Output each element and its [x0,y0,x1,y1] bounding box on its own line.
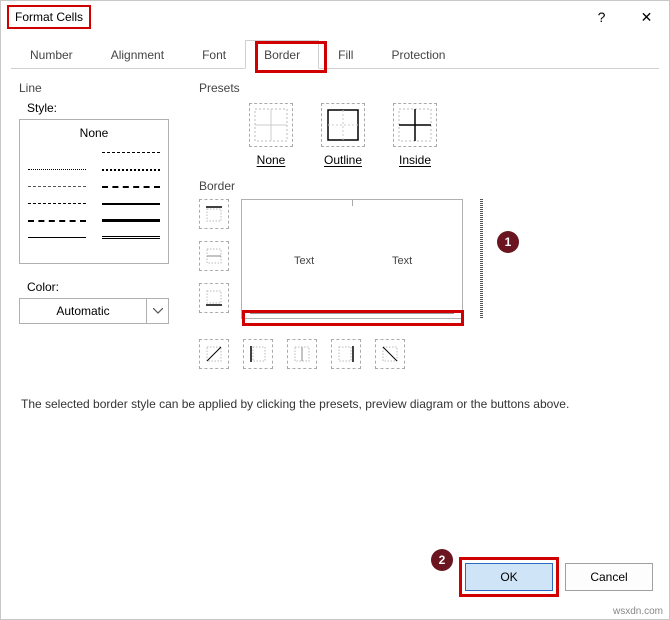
border-middle-v-button[interactable] [287,339,317,369]
titlebar: Format Cells ? ✕ [1,1,669,33]
presets-group-label: Presets [199,81,651,95]
tab-font[interactable]: Font [183,40,245,69]
line-style-item[interactable] [94,195,168,212]
line-style-item[interactable] [20,195,94,212]
border-diag-down-button[interactable] [375,339,405,369]
line-style-none[interactable]: None [20,120,168,144]
cancel-button[interactable]: Cancel [565,563,653,591]
line-style-item[interactable] [94,178,168,195]
dialog-footer: 2 OK Cancel [431,549,653,605]
color-label: Color: [27,280,179,294]
border-top-button[interactable] [199,199,229,229]
border-group-label: Border [199,179,651,193]
annotation-badge-2: 2 [431,549,453,571]
help-text: The selected border style can be applied… [1,379,669,411]
preset-outline[interactable]: Outline [321,103,365,167]
preset-none-label: None [257,153,286,167]
line-group-label: Line [19,81,179,95]
line-style-item[interactable] [20,161,94,178]
line-style-list[interactable]: None [19,119,169,264]
line-group: Line Style: None [19,81,179,369]
tab-fill[interactable]: Fill [319,40,372,69]
line-style-item[interactable] [20,229,94,246]
presets-row: None Outline Inside [249,103,651,167]
tab-alignment[interactable]: Alignment [92,40,183,69]
border-bottom-row-buttons [199,339,463,369]
chevron-down-icon[interactable] [147,298,169,324]
color-select[interactable]: Automatic [19,298,147,324]
border-middle-h-button[interactable] [199,241,229,271]
line-style-item[interactable] [20,178,94,195]
tab-number[interactable]: Number [11,40,92,69]
color-picker[interactable]: Automatic [19,298,169,324]
border-preview[interactable]: Text Text [241,199,463,319]
annotation-badge-1: 1 [497,231,519,253]
color-value: Automatic [56,304,109,318]
style-label: Style: [27,101,179,115]
border-right-button[interactable] [331,339,361,369]
preview-text-1: Text [294,255,314,267]
window-title: Format Cells [11,10,87,24]
tab-protection[interactable]: Protection [372,40,464,69]
preset-outline-label: Outline [324,153,362,167]
border-side-buttons [199,199,233,313]
line-style-item[interactable] [94,229,168,246]
help-button[interactable]: ? [579,2,624,32]
line-style-item[interactable] [94,144,168,161]
tab-border[interactable]: Border [245,40,319,69]
tab-bar: Number Alignment Font Border Fill Protec… [11,39,659,69]
border-section: Text Text [199,199,651,369]
preset-inside-icon [393,103,437,147]
line-style-item[interactable] [94,212,168,229]
line-style-item[interactable] [20,212,94,229]
ok-button[interactable]: OK [465,563,553,591]
preset-none[interactable]: None [249,103,293,167]
watermark: wsxdn.com [613,606,663,617]
right-column: Presets None Outline [199,81,651,369]
preset-outline-icon [321,103,365,147]
preview-text-2: Text [392,255,412,267]
format-cells-dialog: Format Cells ? ✕ Number Alignment Font B… [0,0,670,620]
border-diag-up-button[interactable] [199,339,229,369]
preset-none-icon [249,103,293,147]
line-style-item[interactable] [94,161,168,178]
line-style-item[interactable] [20,144,94,161]
preset-inside-label: Inside [399,153,431,167]
border-left-button[interactable] [243,339,273,369]
close-button[interactable]: ✕ [624,2,669,32]
preset-inside[interactable]: Inside [393,103,437,167]
content-area: Line Style: None [1,69,669,379]
border-bottom-button[interactable] [199,283,229,313]
